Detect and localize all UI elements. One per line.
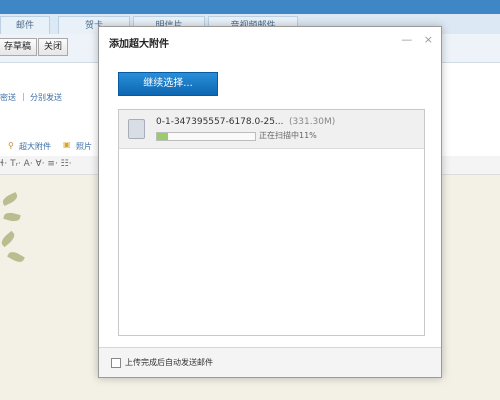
large-attachment-link[interactable]: 超大附件 <box>19 141 51 152</box>
file-size: (331.30M) <box>289 117 336 127</box>
scan-status: 正在扫描中11% <box>259 131 317 140</box>
save-draft-button[interactable]: 存草稿 <box>0 38 38 56</box>
dialog-footer: 上传完成后自动发送邮件 <box>99 348 441 377</box>
separate-send-link[interactable]: 分别发送 <box>30 92 62 103</box>
upload-file-list: 0-1-347395557-6178.0-25... (331.30M) 正在扫… <box>118 109 425 336</box>
stationery-leaf <box>0 230 17 248</box>
format-buttons[interactable]: ɬ· Tᵣ· A· Ɐ· ≡· ☷· <box>0 159 72 169</box>
continue-select-button[interactable]: 继续选择... <box>118 72 218 96</box>
paperclip-icon: ⚲ <box>8 141 14 150</box>
stationery-leaf <box>7 249 25 265</box>
file-icon <box>128 119 145 139</box>
link-separator: | <box>22 92 25 101</box>
upload-progress-bar <box>156 132 256 141</box>
file-name: 0-1-347395557-6178.0-25... <box>156 117 284 127</box>
list-item[interactable]: 0-1-347395557-6178.0-25... (331.30M) 正在扫… <box>119 110 424 149</box>
close-button[interactable]: 关闭 <box>38 38 69 56</box>
auto-send-label: 上传完成后自动发送邮件 <box>125 358 213 367</box>
minimize-icon[interactable]: — <box>401 33 412 46</box>
close-icon[interactable]: × <box>424 33 433 46</box>
add-large-attachment-dialog: 添加超大附件 — × 继续选择... 0-1-347395557-6178.0-… <box>98 26 442 378</box>
dialog-title: 添加超大附件 <box>109 39 169 50</box>
tab-mail[interactable]: 邮件 <box>0 16 50 35</box>
top-bar <box>0 0 500 14</box>
stationery-leaf <box>3 211 21 223</box>
photo-icon: ▣ <box>63 140 71 149</box>
secret-send-link[interactable]: 密送 <box>0 92 16 103</box>
stationery-leaf <box>1 191 19 207</box>
progress-fill <box>157 133 168 140</box>
auto-send-checkbox[interactable] <box>111 358 121 368</box>
photo-link[interactable]: 照片 <box>76 141 92 152</box>
dialog-controls: — × <box>393 33 433 46</box>
